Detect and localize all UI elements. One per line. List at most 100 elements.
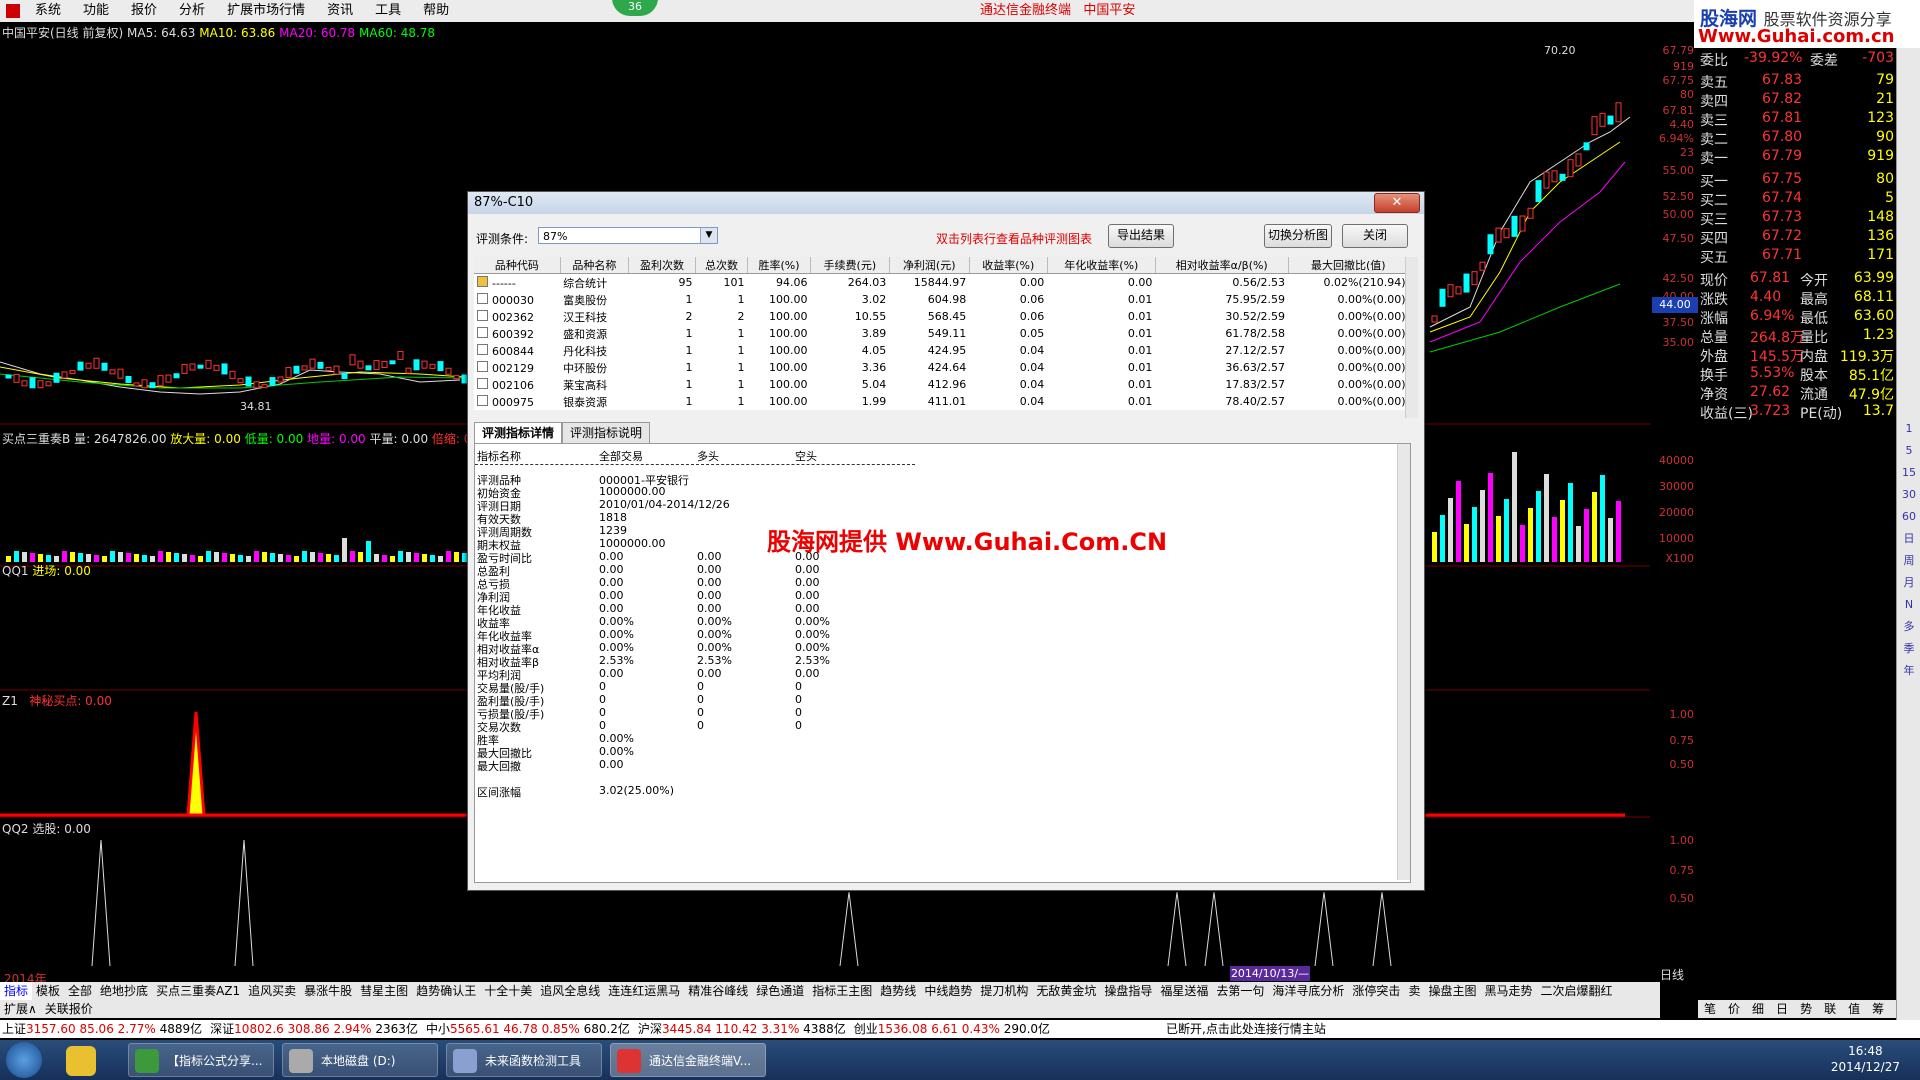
period-button-5[interactable]: 日 xyxy=(1897,528,1920,550)
period-button-4[interactable]: 60 xyxy=(1897,506,1920,528)
column-header[interactable]: 收益率(%) xyxy=(969,257,1048,274)
view-tab-1[interactable]: 价 xyxy=(1722,1000,1746,1018)
indicator-tab-25[interactable]: 操盘主图 xyxy=(1424,982,1480,1000)
indicator-tab-4[interactable]: 买点三重奏AZ1 xyxy=(152,982,244,1000)
chevron-down-icon[interactable]: ▼ xyxy=(700,228,717,243)
indicator-tab-16[interactable]: 中线趋势 xyxy=(920,982,976,1000)
column-header[interactable]: 相对收益率α/β(%) xyxy=(1155,257,1289,274)
indicator-tab-9[interactable]: 十全十美 xyxy=(480,982,536,1000)
indicator-tab-1[interactable]: 模板 xyxy=(32,982,64,1000)
view-tab-3[interactable]: 日 xyxy=(1770,1000,1794,1018)
orderbook-row[interactable]: 买三 67.73 148 xyxy=(1700,209,1894,228)
indicator-tab-26[interactable]: 黑马走势 xyxy=(1480,982,1536,1000)
period-label[interactable]: 日线 xyxy=(1660,966,1684,983)
column-header[interactable]: 品种代码 xyxy=(474,257,561,274)
view-tab-0[interactable]: 笔 xyxy=(1698,1000,1722,1018)
orderbook-row[interactable]: 卖四 67.82 21 xyxy=(1700,91,1894,110)
menu-help[interactable]: 帮助 xyxy=(412,0,460,22)
period-button-1[interactable]: 5 xyxy=(1897,440,1920,462)
index-item-2[interactable]: 中小5565.61 46.78 0.85% 680.2亿 xyxy=(424,1020,636,1038)
view-tab-4[interactable]: 势 xyxy=(1794,1000,1818,1018)
indicator-tab-22[interactable]: 海洋寻底分析 xyxy=(1268,982,1348,1000)
system-clock[interactable]: 16:48 2014/12/27 xyxy=(1831,1043,1900,1075)
indicator-tab-13[interactable]: 绿色通道 xyxy=(752,982,808,1000)
period-button-3[interactable]: 30 xyxy=(1897,484,1920,506)
table-row[interactable]: 002362 汉王科技 2 2 100.00 10.55 568.45 0.06 0.01 30.… xyxy=(474,308,1409,325)
tab-related-quote[interactable]: 关联报价 xyxy=(41,1000,97,1018)
taskbar-item-2[interactable]: 未来函数检测工具 xyxy=(446,1043,602,1077)
index-item-4[interactable]: 创业1536.08 6.61 0.43% 290.0亿 xyxy=(852,1020,1056,1038)
index-item-1[interactable]: 深证10802.6 308.86 2.94% 2363亿 xyxy=(208,1020,424,1038)
period-button-6[interactable]: 周 xyxy=(1897,550,1920,572)
tab-expand[interactable]: 扩展∧ xyxy=(0,1000,41,1018)
orderbook-row[interactable]: 卖三 67.81 123 xyxy=(1700,110,1894,129)
menu-analysis[interactable]: 分析 xyxy=(168,0,216,22)
indicator-tab-24[interactable]: 卖 xyxy=(1404,982,1424,1000)
taskbar-item-3[interactable]: 通达信金融终端V... xyxy=(610,1043,766,1077)
column-header[interactable]: 品种名称 xyxy=(560,257,630,274)
taskbar-item-0[interactable]: 【指标公式分享... xyxy=(128,1043,274,1077)
table-row[interactable]: 000975 银泰资源 1 1 100.00 1.99 411.01 0.04 0.01 78.4… xyxy=(474,393,1409,410)
indicator-tab-17[interactable]: 提刀机构 xyxy=(976,982,1032,1000)
index-item-3[interactable]: 沪深3445.84 110.42 3.31% 4388亿 xyxy=(636,1020,852,1038)
app-icon[interactable] xyxy=(6,4,20,18)
dialog-titlebar[interactable]: 87%-C10 ✕ xyxy=(468,192,1424,214)
view-tab-6[interactable]: 值 xyxy=(1842,1000,1866,1018)
menu-system[interactable]: 系统 xyxy=(24,0,72,22)
connection-badge[interactable]: 36 xyxy=(612,0,658,16)
menu-function[interactable]: 功能 xyxy=(72,0,120,22)
indicator-tab-19[interactable]: 操盘指导 xyxy=(1100,982,1156,1000)
orderbook-row[interactable]: 买四 67.72 136 xyxy=(1700,228,1894,247)
menu-news[interactable]: 资讯 xyxy=(316,0,364,22)
tab-indicator-detail[interactable]: 评测指标详情 xyxy=(474,422,562,443)
period-button-9[interactable]: 多 xyxy=(1897,616,1920,638)
column-header[interactable]: 盈利次数 xyxy=(628,257,697,274)
column-header[interactable]: 年化收益率(%) xyxy=(1047,257,1156,274)
period-button-11[interactable]: 年 xyxy=(1897,660,1920,682)
tab-indicator-explain[interactable]: 评测指标说明 xyxy=(562,422,650,443)
orderbook-row[interactable]: 卖五 67.83 79 xyxy=(1700,72,1894,91)
menu-tools[interactable]: 工具 xyxy=(364,0,412,22)
indicator-tab-8[interactable]: 趋势确认王 xyxy=(412,982,480,1000)
view-tab-2[interactable]: 细 xyxy=(1746,1000,1770,1018)
indicator-tab-10[interactable]: 追风全息线 xyxy=(536,982,604,1000)
table-row[interactable]: 600844 丹化科技 1 1 100.00 4.05 424.95 0.04 0.01 27.1… xyxy=(474,342,1409,359)
taskbar-item-1[interactable]: 本地磁盘 (D:) xyxy=(282,1043,438,1077)
orderbook-row[interactable]: 买一 67.75 80 xyxy=(1700,171,1894,190)
indicator-tab-18[interactable]: 无敌黄金坑 xyxy=(1032,982,1100,1000)
table-row[interactable]: ------ 综合统计 95 101 94.06 264.03 15844.97 0.00 0.… xyxy=(474,274,1409,292)
table-row[interactable]: 002106 莱宝高科 1 1 100.00 5.04 412.96 0.04 0.01 17.8… xyxy=(474,376,1409,393)
column-header[interactable]: 净利润(元) xyxy=(889,257,970,274)
indicator-tab-7[interactable]: 彗星主图 xyxy=(356,982,412,1000)
table-row[interactable]: 600392 盛和资源 1 1 100.00 3.89 549.11 0.05 0.01 61.7… xyxy=(474,325,1409,342)
column-header[interactable]: 手续费(元) xyxy=(810,257,890,274)
table-row[interactable]: 000030 富奥股份 1 1 100.00 3.02 604.98 0.06 0.01 75.9… xyxy=(474,291,1409,308)
detail-scrollbar[interactable] xyxy=(1397,444,1410,880)
indicator-tab-3[interactable]: 绝地抄底 xyxy=(96,982,152,1000)
orderbook-row[interactable]: 卖一 67.79 919 xyxy=(1700,148,1894,167)
indicator-tab-21[interactable]: 去第一句 xyxy=(1212,982,1268,1000)
indicator-tab-12[interactable]: 精准谷峰线 xyxy=(684,982,752,1000)
menu-quote[interactable]: 报价 xyxy=(120,0,168,22)
indicator-tab-23[interactable]: 涨停突击 xyxy=(1348,982,1404,1000)
close-button[interactable]: 关闭 xyxy=(1342,224,1408,248)
indicator-tab-5[interactable]: 追风买卖 xyxy=(244,982,300,1000)
quicklaunch-icon[interactable] xyxy=(66,1046,96,1076)
column-header[interactable]: 最大回撤比(值) xyxy=(1288,257,1410,274)
period-button-0[interactable]: 1 xyxy=(1897,418,1920,440)
period-button-10[interactable]: 季 xyxy=(1897,638,1920,660)
period-button-7[interactable]: 月 xyxy=(1897,572,1920,594)
indicator-tab-27[interactable]: 二次启爆翻红 xyxy=(1536,982,1616,1000)
orderbook-row[interactable]: 买二 67.74 5 xyxy=(1700,190,1894,209)
column-header[interactable]: 总次数 xyxy=(695,257,748,274)
indicator-tab-14[interactable]: 指标王主图 xyxy=(808,982,876,1000)
table-row[interactable]: 002129 中环股份 1 1 100.00 3.36 424.64 0.04 0.01 36.6… xyxy=(474,359,1409,376)
start-button[interactable] xyxy=(6,1042,42,1078)
period-button-8[interactable]: N xyxy=(1897,594,1920,616)
period-button-2[interactable]: 15 xyxy=(1897,462,1920,484)
dialog-close-icon[interactable]: ✕ xyxy=(1374,193,1420,213)
indicator-tab-15[interactable]: 趋势线 xyxy=(876,982,920,1000)
menu-ext-market[interactable]: 扩展市场行情 xyxy=(216,0,316,22)
column-header[interactable]: 胜率(%) xyxy=(747,257,811,274)
connection-status[interactable]: 已断开,点击此处连接行情主站 xyxy=(1166,1020,1326,1038)
